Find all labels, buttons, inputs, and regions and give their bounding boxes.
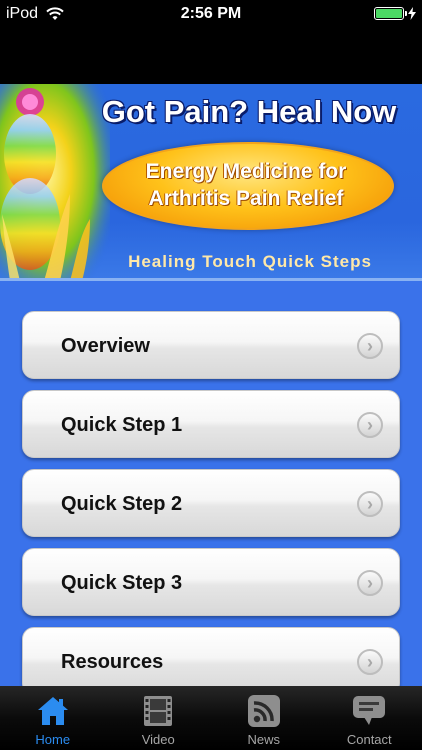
menu-item-label: Resources	[61, 651, 164, 673]
menu-item-quick-step-3[interactable]: Quick Step 3 ›	[22, 548, 400, 616]
rss-icon	[247, 695, 280, 727]
menu-item-label: Quick Step 1	[61, 414, 183, 436]
speech-bubble-icon	[353, 696, 386, 725]
status-bar: iPod 2:56 PM	[0, 0, 422, 30]
tab-video[interactable]: Video	[106, 686, 212, 750]
chevron-right-icon: ›	[357, 491, 383, 517]
battery-tip	[405, 11, 407, 16]
battery-fill	[376, 9, 402, 18]
menu-item-label: Quick Step 2	[61, 493, 183, 515]
tab-contact[interactable]: Contact	[317, 686, 422, 750]
menu-item-resources[interactable]: Resources ›	[22, 627, 400, 686]
film-icon	[144, 696, 173, 726]
tab-bar: Home Video News Contact	[0, 686, 422, 750]
battery-icon	[374, 7, 407, 20]
chevron-right-icon: ›	[357, 649, 383, 675]
status-time: 2:56 PM	[180, 5, 242, 22]
tab-news[interactable]: News	[211, 686, 317, 750]
menu-list: Overview › Quick Step 1 › Quick Step 2 ›…	[0, 281, 422, 686]
menu-item-quick-step-1[interactable]: Quick Step 1 ›	[22, 390, 400, 458]
chevron-right-icon: ›	[357, 333, 383, 359]
menu-item-overview[interactable]: Overview ›	[22, 311, 400, 379]
tab-home[interactable]: Home	[0, 686, 106, 750]
menu-item-quick-step-2[interactable]: Quick Step 2 ›	[22, 469, 400, 537]
charging-bolt-icon	[408, 7, 416, 20]
chevron-right-icon: ›	[357, 570, 383, 596]
status-right	[374, 7, 416, 20]
banner-oval-line2: Arthritis Pain Relief	[148, 187, 344, 210]
chevron-right-icon: ›	[357, 412, 383, 438]
home-icon	[37, 697, 68, 725]
tab-contact-label: Contact	[346, 732, 392, 747]
header-banner: Got Pain? Heal Now Energy Medicine for A…	[0, 84, 422, 281]
banner-subtitle: Healing Touch Quick Steps	[128, 252, 372, 271]
menu-item-label: Overview	[61, 335, 150, 357]
tab-news-label: News	[247, 732, 280, 747]
banner-title: Got Pain? Heal Now	[101, 94, 397, 129]
tab-video-label: Video	[141, 732, 175, 747]
banner-oval-text: Energy Medicine for Arthritis Pain Relie…	[102, 158, 390, 212]
menu-item-label: Quick Step 3	[61, 572, 183, 594]
tab-home-label: Home	[35, 732, 71, 747]
banner-oval-line1: Energy Medicine for	[145, 160, 347, 183]
